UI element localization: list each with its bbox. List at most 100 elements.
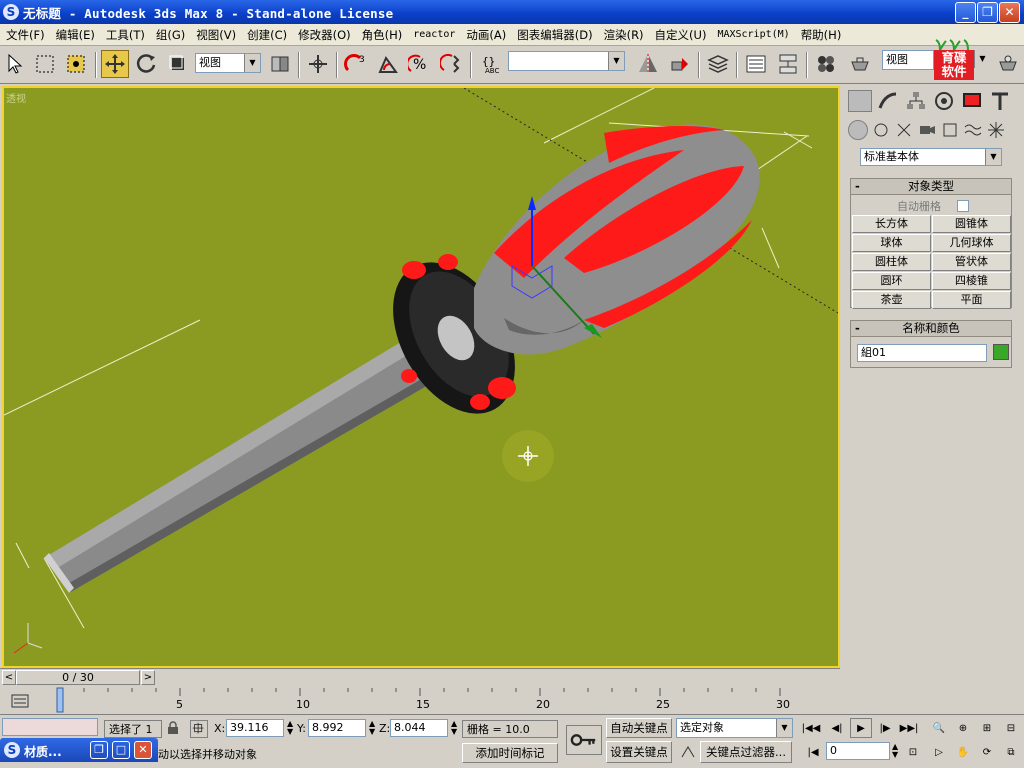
geosphere-button[interactable]: 几何球体 — [932, 234, 1011, 252]
layer-manager-icon[interactable] — [704, 50, 732, 78]
select-and-manipulate-icon[interactable] — [304, 50, 332, 78]
zoom-extents-icon[interactable]: ⊞ — [976, 718, 998, 738]
key-selection-set-dropdown[interactable]: 选定对象 ▼ — [676, 718, 793, 738]
menu-character[interactable]: 角色(H) — [356, 27, 408, 43]
menu-customize[interactable]: 自定义(U) — [649, 27, 712, 43]
pan-view-icon[interactable]: ✋ — [952, 742, 974, 762]
time-slider-thumb[interactable]: 0 / 30 — [16, 670, 140, 685]
spinner-snap-icon[interactable] — [438, 50, 466, 78]
3dsmax-app-icon[interactable]: S — [3, 4, 19, 20]
utilities-tab-icon[interactable] — [988, 90, 1012, 112]
plane-button[interactable]: 平面 — [932, 291, 1011, 309]
modify-tab-icon[interactable] — [876, 90, 900, 112]
time-slider[interactable]: < 0 / 30 > — [0, 668, 840, 686]
set-key-button[interactable]: 设置关键点 — [606, 741, 672, 763]
render-scene-icon[interactable] — [846, 50, 874, 78]
geometry-icon[interactable] — [848, 120, 868, 140]
zoom-all-icon[interactable]: ⊕ — [952, 718, 974, 738]
menu-maxscript[interactable]: MAXScript(M) — [711, 29, 794, 40]
select-and-rotate-icon[interactable] — [133, 50, 161, 78]
angle-snap-icon[interactable] — [374, 50, 402, 78]
quick-render-icon[interactable] — [994, 50, 1022, 78]
helpers-icon[interactable] — [940, 120, 960, 140]
collapse-icon[interactable]: - — [855, 179, 860, 194]
space-warps-icon[interactable] — [963, 120, 983, 140]
named-selection-dropdown[interactable]: ▼ — [508, 51, 625, 71]
go-to-end-icon[interactable]: ▶▶| — [898, 718, 920, 738]
menu-edit[interactable]: 编辑(E) — [50, 27, 100, 43]
next-frame-arrow[interactable]: > — [141, 670, 155, 685]
y-coord-field[interactable]: 8.992 — [308, 719, 366, 737]
cylinder-button[interactable]: 圆柱体 — [852, 253, 931, 271]
perspective-viewport[interactable] — [2, 86, 840, 668]
torus-button[interactable]: 圆环 — [852, 272, 931, 290]
go-to-start-icon[interactable]: |◀◀ — [800, 718, 822, 738]
motion-tab-icon[interactable] — [932, 90, 956, 112]
minimize-button[interactable]: _ — [955, 2, 976, 23]
collapse-icon[interactable]: - — [855, 321, 860, 336]
display-tab-icon[interactable] — [960, 90, 984, 112]
current-frame-field[interactable]: 0 — [826, 742, 890, 760]
arc-rotate-icon[interactable]: ⟳ — [976, 742, 998, 762]
add-time-tag-button[interactable]: 添加时间标记 — [462, 743, 558, 763]
restore-button[interactable]: ❐ — [90, 741, 108, 759]
cone-button[interactable]: 圆锥体 — [932, 215, 1011, 233]
curve-editor-icon[interactable] — [742, 50, 770, 78]
lock-icon[interactable] — [166, 721, 180, 735]
create-tab-icon[interactable] — [848, 90, 872, 112]
maximize-viewport-icon[interactable]: ⧉ — [1000, 742, 1022, 762]
autogrid-checkbox[interactable] — [957, 200, 969, 212]
reference-coord-dropdown[interactable]: 视图 ▼ — [195, 53, 261, 73]
x-spinner-icon[interactable]: ▲ ▼ — [287, 720, 293, 736]
menu-group[interactable]: 组(G) — [150, 27, 190, 43]
box-button[interactable]: 长方体 — [852, 215, 931, 233]
mirror-icon[interactable] — [634, 50, 662, 78]
material-editor-icon[interactable] — [812, 50, 840, 78]
menu-reactor[interactable]: reactor — [407, 29, 460, 40]
teapot-button[interactable]: 茶壶 — [852, 291, 931, 309]
absolute-mode-icon[interactable] — [190, 720, 208, 738]
close-button[interactable]: ✕ — [999, 2, 1020, 23]
edit-named-selection-icon[interactable]: {} ABC — [477, 50, 505, 78]
menu-create[interactable]: 创建(C) — [241, 27, 292, 43]
object-name-field[interactable]: 組01 — [857, 344, 987, 362]
zoom-extents-all-icon[interactable]: ⊟ — [1000, 718, 1022, 738]
menu-file[interactable]: 文件(F) — [0, 27, 50, 43]
object-color-swatch[interactable] — [993, 344, 1009, 360]
tube-button[interactable]: 管状体 — [932, 253, 1011, 271]
select-object-icon[interactable] — [2, 50, 30, 78]
maximize-button[interactable]: □ — [112, 741, 130, 759]
pyramid-button[interactable]: 四棱锥 — [932, 272, 1011, 290]
default-in-out-tangents-icon[interactable] — [680, 743, 698, 761]
menu-help[interactable]: 帮助(H) — [795, 27, 847, 43]
menu-graph-editors[interactable]: 图表编辑器(D) — [511, 27, 597, 43]
auto-key-button[interactable]: 自动关键点 — [606, 718, 672, 738]
primitive-type-dropdown[interactable]: 标准基本体 ▼ — [860, 148, 1002, 166]
sphere-button[interactable]: 球体 — [852, 234, 931, 252]
restore-button[interactable]: ❐ — [977, 2, 998, 23]
next-frame-icon[interactable]: |▶ — [874, 718, 896, 738]
align-icon[interactable] — [666, 50, 694, 78]
prev-frame-arrow[interactable]: < — [2, 670, 16, 685]
zoom-icon[interactable]: 🔍 — [928, 718, 950, 738]
z-spinner-icon[interactable]: ▲ ▼ — [451, 720, 457, 736]
select-and-scale-icon[interactable] — [164, 50, 192, 78]
time-configuration-icon[interactable]: ⊡ — [902, 742, 924, 762]
viewport-label[interactable]: 透视 — [6, 90, 26, 105]
cameras-icon[interactable] — [917, 120, 937, 140]
set-key-mode-icon[interactable] — [566, 725, 602, 755]
previous-frame-icon[interactable]: ◀| — [826, 718, 848, 738]
menu-rendering[interactable]: 渲染(R) — [598, 27, 649, 43]
y-spinner-icon[interactable]: ▲ ▼ — [369, 720, 375, 736]
snap-toggle-icon[interactable]: 3 — [342, 50, 370, 78]
close-button[interactable]: ✕ — [134, 741, 152, 759]
use-pivot-center-icon[interactable] — [266, 50, 294, 78]
render-view-dropdown[interactable]: 视图 — [882, 50, 934, 70]
screwdriver-model[interactable] — [44, 124, 760, 593]
menu-tools[interactable]: 工具(T) — [100, 27, 150, 43]
name-and-color-header[interactable]: - 名称和颜色 — [851, 321, 1011, 337]
play-icon[interactable]: ▶ — [850, 718, 872, 738]
minimized-material-editor[interactable]: S 材质... ❐ □ ✕ — [0, 738, 158, 762]
systems-icon[interactable] — [986, 120, 1006, 140]
x-coord-field[interactable]: 39.116 — [226, 719, 284, 737]
